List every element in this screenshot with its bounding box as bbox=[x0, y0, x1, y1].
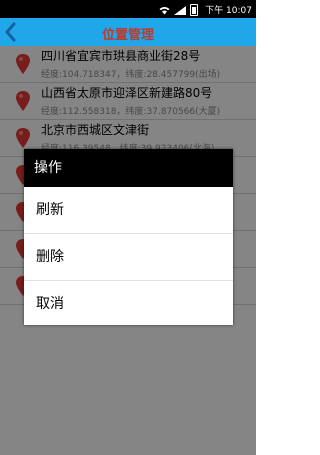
dialog-title: 操作 bbox=[24, 149, 233, 187]
delete-option[interactable]: 删除 bbox=[24, 234, 233, 281]
action-dialog: 操作 刷新 删除 取消 bbox=[24, 149, 233, 325]
status-time: 下午 10:07 bbox=[205, 6, 252, 16]
refresh-option[interactable]: 刷新 bbox=[24, 187, 233, 234]
signal-icon bbox=[174, 5, 186, 15]
wifi-icon bbox=[159, 6, 170, 14]
status-bar: 下午 10:07 bbox=[0, 0, 256, 18]
cancel-option[interactable]: 取消 bbox=[24, 281, 233, 327]
title-bar: 位置管理 bbox=[0, 18, 256, 46]
page-title: 位置管理 bbox=[101, 28, 154, 43]
battery-icon bbox=[190, 4, 198, 16]
